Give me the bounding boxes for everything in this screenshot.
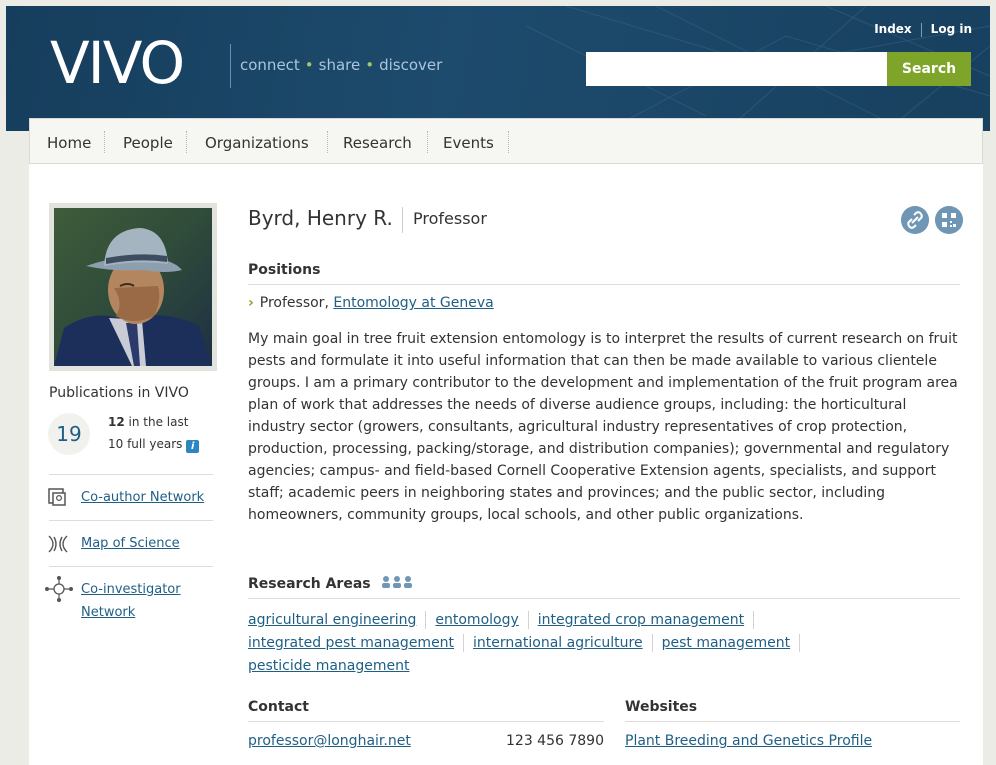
position-org-link[interactable]: Entomology at Geneva xyxy=(333,295,493,311)
research-areas-list: agricultural engineering entomology integr… xyxy=(248,609,968,678)
research-area-divider xyxy=(651,634,653,652)
publications-years: 10 full years i xyxy=(108,437,200,453)
bullet-icon: • xyxy=(304,56,314,74)
tagline-share: share xyxy=(318,56,361,74)
nav-divider xyxy=(186,131,187,153)
bullet-icon: • xyxy=(365,56,375,74)
research-area-divider xyxy=(753,611,755,629)
research-area-link[interactable]: pest management xyxy=(662,635,791,651)
research-area-divider xyxy=(527,611,529,629)
research-area-link[interactable]: integrated pest management xyxy=(248,635,454,651)
coinvestigator-network-icon xyxy=(45,576,73,602)
sidebar-divider xyxy=(49,566,213,567)
people-icon[interactable] xyxy=(381,575,415,589)
positions-heading: Positions xyxy=(248,262,321,278)
publications-title: Publications in VIVO xyxy=(49,385,189,401)
nav-divider xyxy=(327,131,328,153)
coauthor-network-link[interactable]: Co-author Network xyxy=(81,490,204,505)
research-area-divider xyxy=(799,634,801,652)
coinvestigator-network-link[interactable]: Co-investigator xyxy=(81,582,181,597)
research-area-link[interactable]: agricultural engineering xyxy=(248,612,416,628)
nav-organizations[interactable]: Organizations xyxy=(205,134,309,152)
tagline: connect • share • discover xyxy=(240,56,442,74)
nav-home[interactable]: Home xyxy=(47,134,91,152)
logo-divider xyxy=(230,44,231,88)
nav-people[interactable]: People xyxy=(123,134,173,152)
websites-rule xyxy=(625,721,960,722)
top-links-divider xyxy=(920,22,922,37)
publications-count-badge[interactable]: 19 xyxy=(48,413,90,455)
research-area-divider xyxy=(463,634,465,652)
research-areas-rule xyxy=(248,598,960,599)
research-areas-heading: Research Areas xyxy=(248,576,371,592)
tagline-discover: discover xyxy=(379,56,443,74)
profile-title: Professor xyxy=(413,209,487,228)
profile-photo-frame xyxy=(49,203,217,371)
position-role: Professor, xyxy=(259,295,329,311)
nav-events[interactable]: Events xyxy=(443,134,494,152)
nav-divider xyxy=(508,131,509,153)
index-link[interactable]: Index xyxy=(874,22,911,36)
profile-content: Publications in VIVO 19 12 in the last 1… xyxy=(29,164,983,765)
chevron-right-icon: › xyxy=(248,295,254,311)
nav-divider xyxy=(427,131,428,153)
profile-name: Byrd, Henry R. xyxy=(248,206,393,230)
login-link[interactable]: Log in xyxy=(931,22,972,36)
research-area-link[interactable]: integrated crop management xyxy=(538,612,744,628)
sidebar-divider xyxy=(49,520,213,521)
websites-heading: Websites xyxy=(625,699,698,715)
qr-code-icon[interactable] xyxy=(935,206,963,234)
positions-rule xyxy=(248,284,960,285)
top-links: Index Log in xyxy=(874,22,972,37)
research-area-link[interactable]: pesticide management xyxy=(248,658,410,674)
years-text: 10 full years xyxy=(108,437,183,451)
search-button[interactable]: Search xyxy=(887,52,971,86)
position-item: › Professor, Entomology at Geneva xyxy=(248,295,494,311)
last-count-number: 12 xyxy=(108,415,125,429)
main-nav: Home People Organizations Research Event… xyxy=(29,118,983,164)
coauthor-network-icon xyxy=(48,488,66,506)
contact-email-link[interactable]: professor@longhair.net xyxy=(248,733,411,749)
map-of-science-icon xyxy=(48,535,68,553)
nav-research[interactable]: Research xyxy=(343,134,412,152)
search-input[interactable] xyxy=(586,52,889,86)
link-icon[interactable] xyxy=(901,206,929,234)
name-divider xyxy=(402,207,403,233)
publications-last-count: 12 in the last xyxy=(108,415,188,429)
site-header: VIVO connect • share • discover Index Log in … xyxy=(6,6,990,131)
contact-rule xyxy=(248,721,604,722)
website-link[interactable]: Plant Breeding and Genetics Profile xyxy=(625,733,872,749)
profile-photo[interactable] xyxy=(54,208,212,366)
research-area-link[interactable]: international agriculture xyxy=(473,635,643,651)
tagline-connect: connect xyxy=(240,56,300,74)
research-area-link[interactable]: entomology xyxy=(435,612,518,628)
contact-heading: Contact xyxy=(248,699,309,715)
info-icon[interactable]: i xyxy=(186,440,200,453)
nav-divider xyxy=(104,131,105,153)
overview-text: My main goal in tree fruit extension ent… xyxy=(248,331,958,523)
map-of-science-link[interactable]: Map of Science xyxy=(81,536,180,551)
sidebar-divider xyxy=(49,474,213,475)
last-count-text: in the last xyxy=(128,415,189,429)
vivo-logo[interactable]: VIVO xyxy=(50,34,185,92)
coinvestigator-network-link-line2[interactable]: Network xyxy=(81,605,135,620)
research-area-divider xyxy=(425,611,427,629)
contact-phone: 123 456 7890 xyxy=(506,733,604,749)
